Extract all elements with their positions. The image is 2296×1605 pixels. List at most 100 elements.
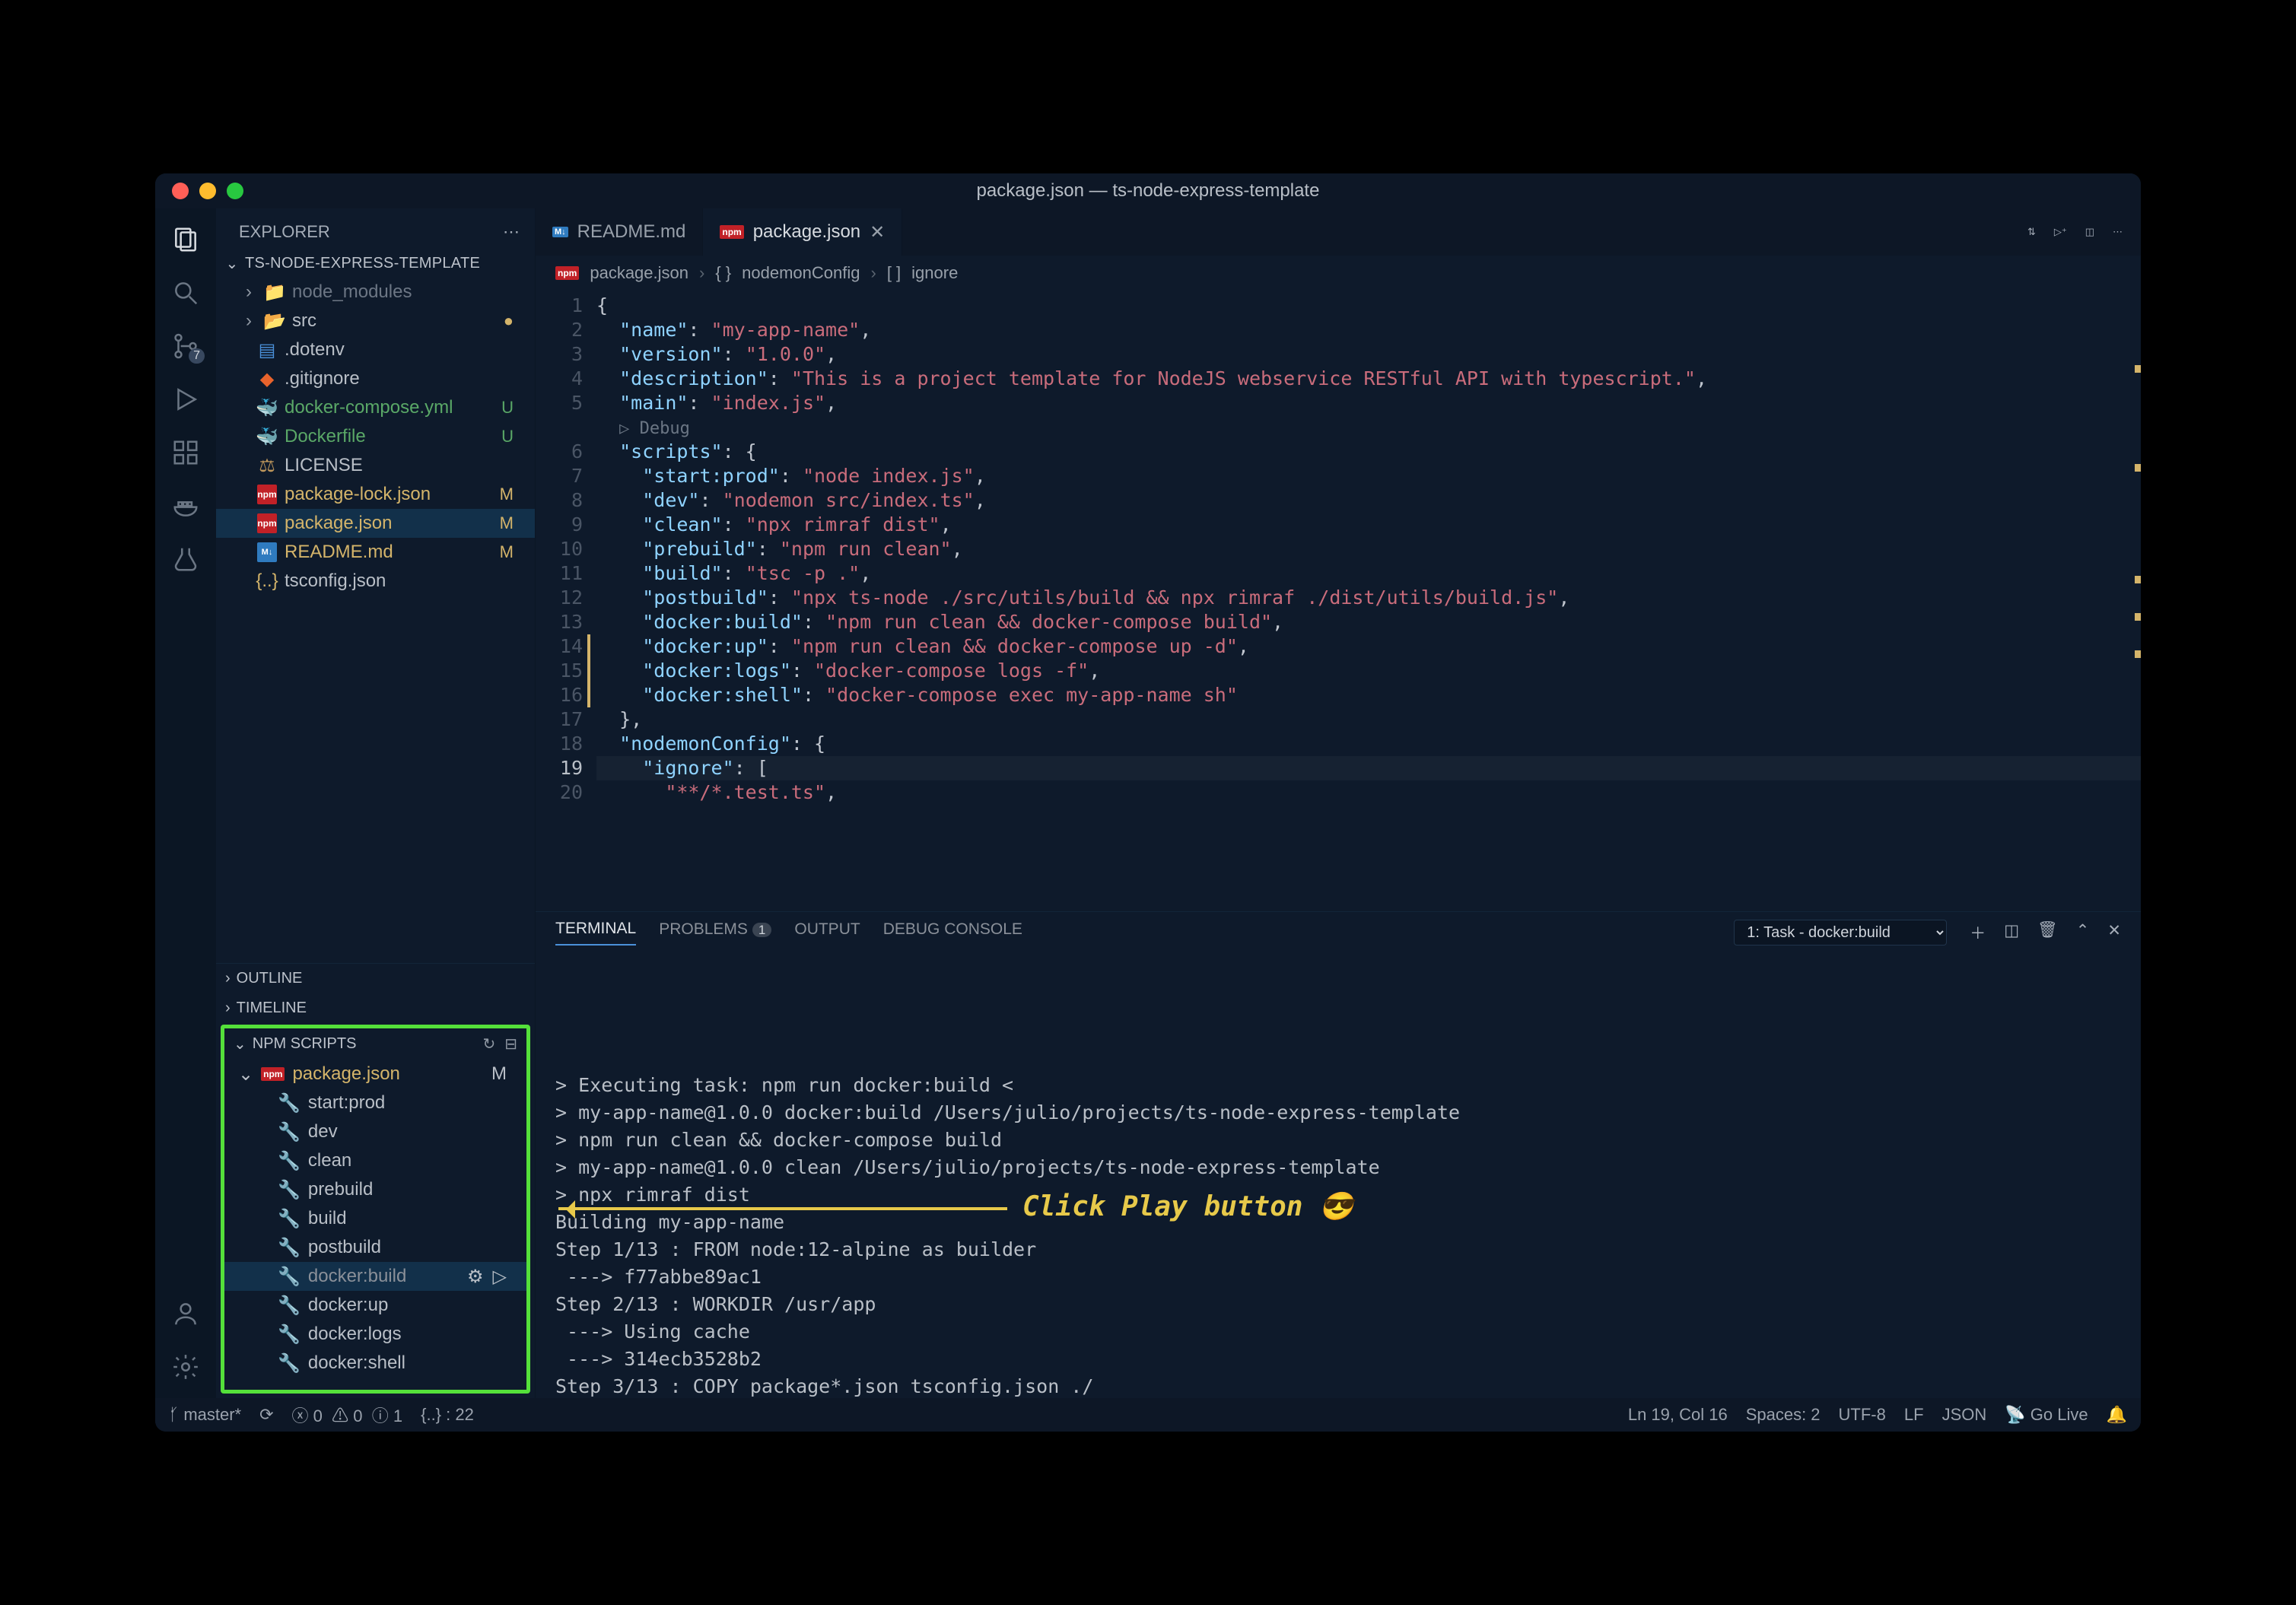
breadcrumb[interactable]: npm package.json › { } nodemonConfig › [… xyxy=(536,256,2141,291)
file-tree-item[interactable]: npmpackage-lock.jsonM xyxy=(216,480,535,509)
wrench-icon: 🔧 xyxy=(278,1150,301,1172)
testing-icon[interactable] xyxy=(170,543,202,575)
language-mode[interactable]: JSON xyxy=(1942,1405,1987,1425)
outline-panel-header[interactable]: ›OUTLINE xyxy=(216,964,535,993)
run-icon[interactable]: ▷⁺ xyxy=(2054,226,2067,238)
wrench-icon: 🔧 xyxy=(278,1295,301,1317)
eol-status[interactable]: LF xyxy=(1904,1405,1924,1425)
debug-console-tab[interactable]: DEBUG CONSOLE xyxy=(883,920,1022,945)
file-tree-item[interactable]: M↓README.mdM xyxy=(216,538,535,567)
npm-script-item[interactable]: 🔧docker:shell xyxy=(224,1349,526,1378)
file-tree-item[interactable]: ◆.gitignore xyxy=(216,364,535,393)
debug-script-icon[interactable]: ⚙ xyxy=(467,1266,484,1288)
branch-status[interactable]: ᚶ master* xyxy=(169,1405,241,1425)
run-script-icon[interactable]: ▷ xyxy=(493,1266,507,1288)
encoding-status[interactable]: UTF-8 xyxy=(1839,1405,1886,1425)
file-tree-item[interactable]: ›📁node_modules xyxy=(216,278,535,307)
terminal-line: Step 1/13 : FROM node:12-alpine as build… xyxy=(555,1236,2121,1263)
npm-script-item[interactable]: 🔧docker:up xyxy=(224,1291,526,1320)
go-live-button[interactable]: 📡 Go Live xyxy=(2005,1405,2088,1425)
split-terminal-icon[interactable]: ◫ xyxy=(2004,921,2019,944)
file-tree-item[interactable]: {..}tsconfig.json xyxy=(216,567,535,596)
file-tree-item[interactable]: ›📂src● xyxy=(216,307,535,335)
refresh-icon[interactable]: ↻ xyxy=(482,1035,495,1054)
indent-status[interactable]: Spaces: 2 xyxy=(1746,1405,1821,1425)
file-tree-item[interactable]: 🐳docker-compose.ymlU xyxy=(216,393,535,422)
timeline-panel-header[interactable]: ›TIMELINE xyxy=(216,993,535,1023)
breadcrumb-leaf[interactable]: ignore xyxy=(911,263,958,283)
code-editor[interactable]: 1234567891011121314151617181920 { "name"… xyxy=(536,291,2141,911)
file-name: docker-compose.yml xyxy=(285,397,453,418)
editor-tab[interactable]: M↓README.md xyxy=(536,208,703,256)
terminal-tab[interactable]: TERMINAL xyxy=(555,920,636,946)
chevron-right-icon: › xyxy=(225,970,231,987)
npm-script-item[interactable]: 🔧dev xyxy=(224,1117,526,1146)
split-editor-icon[interactable]: ◫ xyxy=(2085,226,2094,238)
terminal-line: > my-app-name@1.0.0 clean /Users/julio/p… xyxy=(555,1154,2121,1181)
chevron-icon: › xyxy=(240,310,257,332)
code-content[interactable]: { "name": "my-app-name", "version": "1.0… xyxy=(596,291,2141,911)
sync-icon[interactable]: ⟳ xyxy=(259,1405,273,1425)
wrench-icon: 🔧 xyxy=(278,1352,301,1375)
new-terminal-icon[interactable]: ＋ xyxy=(1970,921,1986,944)
close-window-button[interactable] xyxy=(172,183,189,199)
collapse-icon[interactable]: ⊟ xyxy=(504,1035,517,1054)
chevron-down-icon: ⌄ xyxy=(225,254,239,273)
problems-status[interactable]: ⓧ 0 ⚠ 0 ⓘ 1 xyxy=(292,1403,403,1427)
compare-changes-icon[interactable]: ⇅ xyxy=(2027,226,2036,238)
npm-script-item[interactable]: 🔧docker:logs xyxy=(224,1320,526,1349)
npm-script-item[interactable]: 🔧build xyxy=(224,1204,526,1233)
npm-script-item[interactable]: 🔧docker:build⚙▷ xyxy=(224,1262,526,1291)
explorer-icon[interactable] xyxy=(170,224,202,256)
file-tree-item[interactable]: ⚖LICENSE xyxy=(216,451,535,480)
npm-package-row[interactable]: ⌄ npm package.json M xyxy=(224,1060,526,1089)
breadcrumb-file[interactable]: package.json xyxy=(590,263,688,283)
settings-gear-icon[interactable] xyxy=(170,1351,202,1383)
extensions-icon[interactable] xyxy=(170,437,202,469)
file-name: Dockerfile xyxy=(285,426,366,447)
problems-tab[interactable]: PROBLEMS1 xyxy=(659,920,771,945)
npm-script-item[interactable]: 🔧start:prod xyxy=(224,1089,526,1117)
npm-scripts-panel-header[interactable]: ⌄ NPM SCRIPTS ↻ ⊟ xyxy=(224,1028,526,1060)
project-folder-header[interactable]: ⌄ TS-NODE-EXPRESS-TEMPLATE xyxy=(216,249,535,278)
npm-script-item[interactable]: 🔧postbuild xyxy=(224,1233,526,1262)
tab-label: README.md xyxy=(577,221,686,243)
search-icon[interactable] xyxy=(170,277,202,309)
cursor-position[interactable]: Ln 19, Col 16 xyxy=(1628,1405,1728,1425)
file-tree-item[interactable]: 🐳DockerfileU xyxy=(216,422,535,451)
more-actions-icon[interactable]: ⋯ xyxy=(2113,226,2123,238)
symbols-status[interactable]: {..} : 22 xyxy=(421,1405,474,1425)
run-debug-icon[interactable] xyxy=(170,383,202,415)
sidebar-more-icon[interactable]: ⋯ xyxy=(503,222,520,242)
notifications-icon[interactable]: 🔔 xyxy=(2107,1405,2127,1425)
minimap[interactable] xyxy=(2127,291,2141,911)
file-name: src xyxy=(292,310,316,332)
kill-terminal-icon[interactable]: 🗑 xyxy=(2037,921,2058,944)
file-tree-item[interactable]: ▤.dotenv xyxy=(216,335,535,364)
project-name: TS-NODE-EXPRESS-TEMPLATE xyxy=(245,255,480,272)
close-panel-icon[interactable]: ✕ xyxy=(2107,921,2121,944)
file-tree: ›📁node_modules›📂src●▤.dotenv◆.gitignore🐳… xyxy=(216,278,535,963)
wrench-icon: 🔧 xyxy=(278,1324,301,1346)
chevron-down-icon: ⌄ xyxy=(234,1035,246,1054)
scm-badge: M xyxy=(500,542,524,562)
close-tab-icon[interactable]: ✕ xyxy=(870,221,885,243)
terminal-output[interactable]: Click Play button 😎 > Executing task: np… xyxy=(536,953,2141,1398)
npm-script-item[interactable]: 🔧clean xyxy=(224,1146,526,1175)
output-tab[interactable]: OUTPUT xyxy=(794,920,860,945)
chevron-icon: › xyxy=(240,281,257,303)
breadcrumb-node[interactable]: nodemonConfig xyxy=(742,263,860,283)
maximize-panel-icon[interactable]: ⌃ xyxy=(2076,921,2090,944)
file-tree-item[interactable]: npmpackage.jsonM xyxy=(216,509,535,538)
minimize-window-button[interactable] xyxy=(199,183,216,199)
script-name: postbuild xyxy=(308,1237,381,1258)
terminal-line: ---> f77abbe89ac1 xyxy=(555,1263,2121,1291)
titlebar: package.json — ts-node-express-template xyxy=(155,173,2141,208)
terminal-task-selector[interactable]: 1: Task - docker:build xyxy=(1734,920,1947,946)
docker-icon[interactable] xyxy=(170,490,202,522)
account-icon[interactable] xyxy=(170,1298,202,1330)
npm-script-item[interactable]: 🔧prebuild xyxy=(224,1175,526,1204)
maximize-window-button[interactable] xyxy=(227,183,243,199)
source-control-icon[interactable] xyxy=(170,330,202,362)
editor-tab[interactable]: npmpackage.json✕ xyxy=(703,208,902,256)
